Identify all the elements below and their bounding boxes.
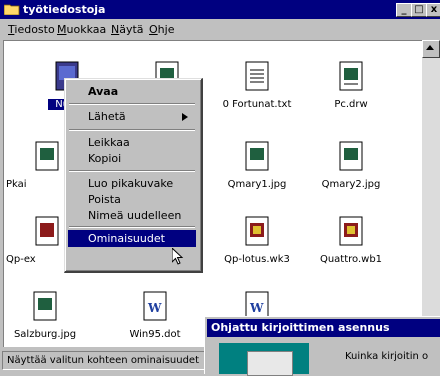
close-button[interactable]: x (426, 3, 440, 17)
menu-ohje[interactable]: Ohje (149, 23, 174, 36)
file-label: Qp-ex (6, 254, 36, 265)
image-file-icon (35, 141, 59, 171)
file-item[interactable]: 0 Fortunat.txt (212, 61, 302, 121)
menu-nayta-key: N (111, 23, 120, 36)
context-menu: Avaa Lähetä Leikkaa Kopioi Luo pikakuvak… (64, 78, 203, 273)
file-item[interactable]: Salzburg.jpg (4, 291, 90, 347)
file-label: Qmary1.jpg (227, 179, 287, 190)
drawing-file-icon (339, 61, 363, 91)
menu-item-create-shortcut-label: Luo pikakuvake (88, 177, 174, 190)
file-item[interactable]: Qmary1.jpg (212, 141, 302, 201)
file-label: Pkai (6, 179, 27, 190)
menu-nayta-label: äytä (119, 23, 144, 36)
printer-wizard-dialog: Ohjattu kirjoittimen asennus Kuinka kirj… (204, 316, 440, 376)
image-file-icon (33, 291, 57, 321)
menu-nayta[interactable]: Näytä (111, 23, 144, 36)
menu-item-copy[interactable]: Kopioi (68, 150, 196, 167)
menu-separator (69, 170, 195, 172)
image-file-icon (339, 141, 363, 171)
scroll-up-button[interactable] (422, 40, 440, 58)
folder-icon (4, 4, 20, 15)
menu-item-properties-label: Ominaisuudet (88, 232, 165, 245)
file-item[interactable]: W Win95.dot (110, 291, 200, 347)
menu-bar: Tiedosto Muokkaa Näytä Ohje (0, 20, 440, 38)
menu-item-send-to-label: Lähetä (88, 110, 126, 123)
title-bar[interactable]: työtiedostoja _ □ x (0, 0, 440, 19)
menu-item-copy-label: Kopioi (88, 152, 122, 165)
printer-illustration (219, 343, 309, 376)
file-label: Qp-lotus.wk3 (224, 254, 290, 265)
menu-item-delete-label: Poista (88, 193, 121, 206)
menu-separator (69, 103, 195, 105)
image-file-icon (245, 141, 269, 171)
menu-muokkaa-key: M (57, 23, 67, 36)
vertical-scrollbar[interactable] (422, 40, 440, 346)
menu-muokkaa-label: uokkaa (66, 23, 107, 36)
menu-item-send-to[interactable]: Lähetä (68, 108, 196, 125)
menu-item-rename-label: Nimeä uudelleen (88, 209, 182, 222)
menu-muokkaa[interactable]: Muokkaa (57, 23, 106, 36)
menu-item-cut[interactable]: Leikkaa (68, 134, 196, 151)
file-item[interactable]: Pc.drw (306, 61, 396, 121)
menu-item-properties[interactable]: Ominaisuudet (68, 230, 196, 247)
menu-ohje-key: O (149, 23, 158, 36)
file-item[interactable]: Quattro.wb1 (306, 216, 396, 276)
explorer-window: työtiedostoja _ □ x Tiedosto Muokkaa Näy… (0, 0, 440, 376)
file-label: 0 Fortunat.txt (222, 99, 292, 110)
menu-item-create-shortcut[interactable]: Luo pikakuvake (68, 175, 196, 192)
menu-item-open[interactable]: Avaa (68, 83, 196, 100)
maximize-button[interactable]: □ (411, 3, 427, 17)
file-label: Qmary2.jpg (321, 179, 381, 190)
menu-item-cut-label: Leikkaa (88, 136, 130, 149)
file-label: Pc.drw (334, 99, 368, 110)
arrow-up-icon (426, 45, 434, 50)
menu-separator (69, 226, 195, 228)
menu-item-open-label: Avaa (88, 85, 119, 98)
menu-item-rename[interactable]: Nimeä uudelleen (68, 207, 196, 224)
svg-text:W: W (249, 301, 264, 315)
status-text: Näyttää valitun kohteen ominaisuudet (2, 351, 206, 370)
spreadsheet-file-icon (35, 216, 59, 246)
dialog-title[interactable]: Ohjattu kirjoittimen asennus (207, 319, 440, 337)
dialog-text: Kuinka kirjoitin o (345, 351, 429, 362)
minimize-button[interactable]: _ (396, 3, 412, 17)
menu-separator (69, 129, 195, 131)
svg-text:W: W (147, 301, 162, 315)
printer-icon (247, 351, 293, 376)
word-document-icon: W (143, 291, 167, 321)
menu-ohje-label: hje (157, 23, 175, 36)
menu-tiedosto[interactable]: Tiedosto (8, 23, 55, 36)
file-label: Win95.dot (129, 329, 181, 340)
window-title: työtiedostoja (23, 3, 106, 16)
text-file-icon (245, 61, 269, 91)
file-label: Salzburg.jpg (13, 329, 77, 340)
menu-tiedosto-label: iedosto (14, 23, 55, 36)
submenu-arrow-icon (182, 113, 188, 121)
spreadsheet-file-icon (245, 216, 269, 246)
file-item[interactable]: Qmary2.jpg (306, 141, 396, 201)
spreadsheet-file-icon (339, 216, 363, 246)
file-item[interactable]: Qp-lotus.wk3 (212, 216, 302, 276)
file-label: Quattro.wb1 (319, 254, 383, 265)
menu-item-delete[interactable]: Poista (68, 191, 196, 208)
mouse-cursor-icon (172, 248, 184, 265)
